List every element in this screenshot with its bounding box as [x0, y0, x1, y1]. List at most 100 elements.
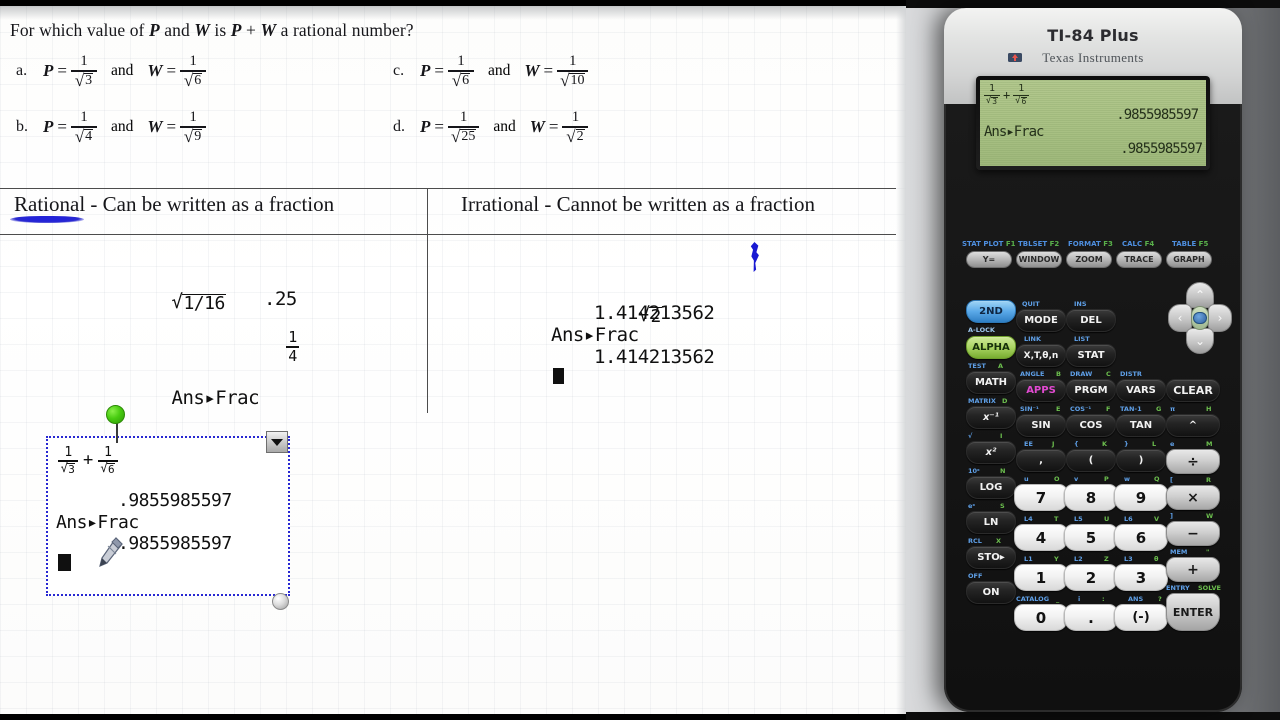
choice-c-p-denominator: 6 [461, 72, 471, 88]
irrational-column-heading: Irrational - Cannot be written as a frac… [461, 192, 815, 216]
seclabel-tan-inverse: TAN-1 [1120, 405, 1142, 413]
seclabel-l3: L3 [1124, 555, 1133, 563]
seclabel-pi-2: π [1170, 405, 1176, 413]
rational-fraction-result: 1 4 [286, 329, 299, 364]
irrational-example: √ 2 1.414213562 Ans▸Frac 1.414213562 [551, 274, 715, 384]
key-arrow-right[interactable]: › [1208, 304, 1232, 332]
key-mode[interactable]: MODE [1016, 309, 1066, 332]
key-subtract[interactable]: − [1166, 521, 1220, 546]
sel-frac2-num: 1 [104, 445, 112, 460]
key-open-paren[interactable]: ( [1066, 449, 1116, 472]
key-vars[interactable]: VARS [1116, 379, 1166, 402]
key-multiply[interactable]: × [1166, 485, 1220, 510]
choice-d-letter: d. [393, 118, 405, 136]
resize-handle[interactable] [272, 593, 289, 610]
key-2nd[interactable]: 2ND [966, 300, 1016, 323]
choice-c-w: W = 1 √ 10 [524, 54, 589, 89]
key-6[interactable]: 6 [1114, 524, 1168, 551]
sel-ans-frac-command: Ans▸Frac [56, 512, 139, 533]
alphalabel-p: P [1104, 475, 1109, 483]
alphalabel-d: D [1002, 397, 1008, 405]
key-x-t-theta-n[interactable]: X,T,θ,n [1016, 344, 1066, 367]
key-alpha[interactable]: ALPHA [966, 336, 1016, 359]
key-3[interactable]: 3 [1114, 564, 1168, 591]
fnlabel-table: TABLE F5 [1172, 240, 1209, 248]
key-decimal-point[interactable]: . [1064, 604, 1118, 631]
key-negate[interactable]: (-) [1114, 604, 1168, 631]
key-y-equals[interactable]: Y= [966, 251, 1012, 268]
key-2[interactable]: 2 [1064, 564, 1118, 591]
blue-underline-annotation [10, 216, 84, 223]
rotation-handle[interactable] [106, 405, 125, 424]
object-dropdown-arrow-button[interactable] [266, 431, 288, 453]
key-caret[interactable]: ^ [1166, 414, 1220, 437]
seclabel-w: w [1124, 475, 1131, 483]
key-8[interactable]: 8 [1064, 484, 1118, 511]
alphalabel-solve: SOLVE [1198, 584, 1221, 592]
choice-b[interactable]: b. P = 1 √ 4 and W = 1 √ 9 [16, 110, 207, 145]
key-stat[interactable]: STAT [1066, 344, 1116, 367]
key-graph[interactable]: GRAPH [1166, 251, 1212, 268]
key-math[interactable]: MATH [966, 371, 1016, 394]
alphalabel-w: W [1206, 512, 1214, 520]
key-x-inverse[interactable]: x⁻¹ [966, 406, 1016, 429]
screen-command: Ans▸Frac [984, 124, 1044, 141]
key-4[interactable]: 4 [1014, 524, 1068, 551]
key-zoom[interactable]: ZOOM [1066, 251, 1112, 268]
seclabel-sqrt: √ [968, 432, 973, 440]
key-apps[interactable]: APPS [1016, 379, 1066, 402]
key-x-squared[interactable]: x² [966, 441, 1016, 464]
key-store[interactable]: STO▸ [966, 546, 1016, 569]
choice-c[interactable]: c. P = 1 √ 6 and W = 1 √ 10 [393, 54, 589, 89]
key-divide[interactable]: ÷ [1166, 449, 1220, 474]
key-ln[interactable]: LN [966, 511, 1016, 534]
key-trace[interactable]: TRACE [1116, 251, 1162, 268]
key-log[interactable]: LOG [966, 476, 1016, 499]
seclabel-list: LIST [1074, 335, 1090, 343]
key-9[interactable]: 9 [1114, 484, 1168, 511]
seclabel-entry: ENTRY [1166, 584, 1190, 592]
calculator-screen[interactable]: 1 √ 3 + 1 √ 6 .9855985597 Ans▸Frac .9855… [980, 80, 1206, 166]
rational-command-line: Ans▸Frac [84, 358, 260, 441]
whiteboard-canvas[interactable]: For which value of P and W is P + W a ra… [0, 6, 906, 714]
key-tan[interactable]: TAN [1116, 414, 1166, 437]
choice-b-w-denominator: 9 [193, 128, 203, 144]
alphalabel-a: A [998, 362, 1004, 370]
key-cos[interactable]: COS [1066, 414, 1116, 437]
prompt-text-2: and [159, 20, 195, 40]
seclabel-lbrace: { [1074, 440, 1079, 448]
calculator-screen-bezel: 1 √ 3 + 1 √ 6 .9855985597 Ans▸Frac .9855… [976, 76, 1210, 170]
seclabel-l2: L2 [1074, 555, 1083, 563]
seclabel-test: TEST [968, 362, 986, 370]
key-clear[interactable]: CLEAR [1166, 379, 1220, 402]
alphalabel-quote: " [1206, 548, 1210, 556]
key-7[interactable]: 7 [1014, 484, 1068, 511]
key-0[interactable]: 0 [1014, 604, 1068, 631]
key-5[interactable]: 5 [1064, 524, 1118, 551]
key-del[interactable]: DEL [1066, 309, 1116, 332]
prompt-var-w2: W [260, 20, 277, 40]
key-enter[interactable]: ENTER [1166, 593, 1220, 631]
alphalabel-g: G [1156, 405, 1162, 413]
key-on[interactable]: ON [966, 581, 1016, 604]
key-sin[interactable]: SIN [1016, 414, 1066, 437]
table-header-rule [0, 234, 896, 236]
key-comma[interactable]: , [1016, 449, 1066, 472]
choice-a[interactable]: a. P = 1 √ 3 and W = 1 √ 6 [16, 54, 207, 89]
key-arrow-down[interactable]: ⌄ [1186, 328, 1214, 354]
key-close-paren[interactable]: ) [1116, 449, 1166, 472]
seclabel-a-lock: A-LOCK [968, 326, 995, 334]
key-window[interactable]: WINDOW [1016, 251, 1062, 268]
seclabel-off: OFF [968, 572, 983, 580]
choice-d[interactable]: d. P = 1 √ 25 and W = 1 √ 2 [393, 110, 589, 145]
calculator-brand-label: Texas Instruments [1042, 50, 1144, 65]
key-add[interactable]: + [1166, 557, 1220, 582]
whiteboard-top-shadow [0, 6, 906, 20]
key-prgm[interactable]: PRGM [1066, 379, 1116, 402]
seclabel-l5: L5 [1074, 515, 1083, 523]
key-1[interactable]: 1 [1014, 564, 1068, 591]
alphalabel-e: E [1056, 405, 1061, 413]
chevron-down-icon [271, 438, 283, 446]
choice-d-p-denominator: 25 [460, 128, 477, 144]
selected-screenshot-object[interactable]: 1 √ 3 + 1 √ 6 .9855985597 Ans▸Frac .985598… [46, 436, 290, 596]
